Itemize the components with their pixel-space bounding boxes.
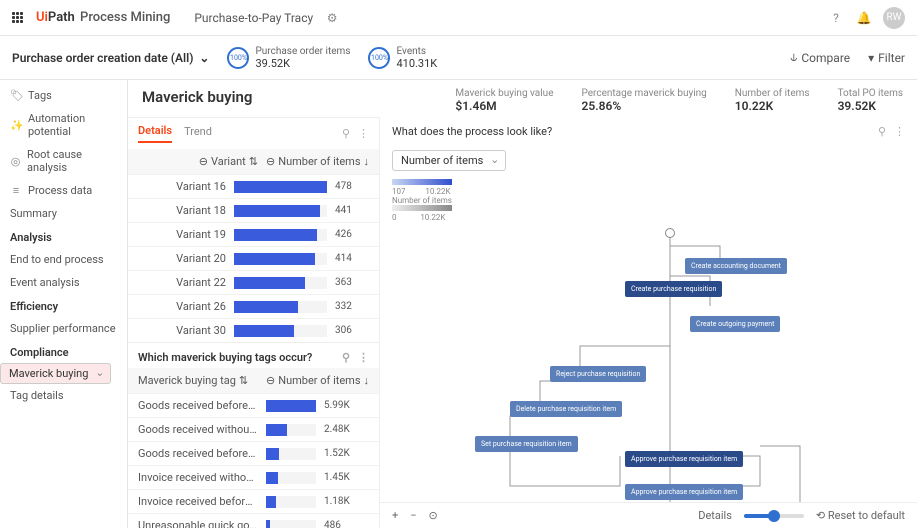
compare-button[interactable]: ⫝ Compare: [790, 50, 850, 65]
node[interactable]: Set purchase requisition item: [475, 436, 578, 452]
tab-trend[interactable]: Trend: [184, 125, 212, 142]
tab-details[interactable]: Details: [138, 124, 172, 143]
metric: Maverick buying value$1.46M: [455, 88, 553, 113]
more-icon[interactable]: ⋮: [358, 351, 369, 364]
sidebar-item[interactable]: Event analysis: [0, 271, 127, 294]
metric-dropdown[interactable]: Number of items: [392, 150, 506, 171]
table-row[interactable]: Variant 30306: [128, 318, 379, 342]
details-label: Details: [698, 509, 732, 522]
metric: Number of items10.22K: [735, 88, 810, 113]
collapse-icon[interactable]: ⊖: [266, 155, 275, 168]
table-row[interactable]: Variant 18441: [128, 198, 379, 222]
sidebar: 🏷Tags✨Automation potential◎Root cause an…: [0, 80, 128, 528]
metric: Percentage maverick buying25.86%: [582, 88, 707, 113]
node[interactable]: Create accounting document: [685, 258, 787, 274]
table-row[interactable]: Variant 16478: [128, 174, 379, 198]
sidebar-analysis-head: Analysis: [0, 225, 127, 248]
table-row[interactable]: Variant 26332: [128, 294, 379, 318]
zoom-out-icon[interactable]: −: [410, 509, 416, 522]
detail-slider[interactable]: [744, 514, 804, 518]
kpi-po-items: 100% Purchase order items39.52K: [227, 46, 350, 70]
table-row[interactable]: Invoice received without P...1.45K: [128, 465, 379, 489]
sidebar-item[interactable]: ✨Automation potential: [0, 107, 127, 143]
reset-button[interactable]: ⟲ Reset to default: [816, 509, 905, 522]
table-row[interactable]: Goods received before PO ...5.99K: [128, 393, 379, 417]
sidebar-item[interactable]: ≡Process data: [0, 179, 127, 202]
table-row[interactable]: Variant 19426: [128, 222, 379, 246]
filter-button[interactable]: ▾ Filter: [868, 51, 905, 65]
fit-icon[interactable]: ⊙: [429, 509, 438, 522]
process-graph[interactable]: Create accounting document Create purcha…: [380, 226, 917, 502]
metric: Total PO items39.52K: [838, 88, 903, 113]
filter-icon[interactable]: ⚲: [342, 351, 350, 364]
avatar[interactable]: RW: [883, 7, 905, 29]
kpi-events: 100% Events410.31K: [368, 46, 437, 70]
table-row[interactable]: Goods received before PO ...1.52K: [128, 441, 379, 465]
node[interactable]: Approve purchase requisition item: [625, 451, 743, 467]
zoom-in-icon[interactable]: +: [392, 509, 398, 522]
node[interactable]: Create outgoing payment: [690, 316, 780, 332]
sidebar-compliance-head: Compliance: [0, 340, 127, 363]
sidebar-item[interactable]: End to end process: [0, 248, 127, 271]
help-icon[interactable]: ?: [827, 9, 845, 27]
page-title: Maverick buying: [142, 88, 431, 106]
sidebar-efficiency-head: Efficiency: [0, 294, 127, 317]
node[interactable]: Approve purchase requisition item: [625, 484, 743, 500]
gear-icon[interactable]: ⚙: [323, 9, 341, 27]
table-row[interactable]: Goods received without P...2.48K: [128, 417, 379, 441]
sidebar-item[interactable]: Tag details: [0, 384, 127, 407]
more-icon[interactable]: ⋮: [358, 127, 369, 140]
chevron-down-icon: ⌄: [199, 51, 209, 65]
sidebar-item[interactable]: Maverick buying: [0, 363, 111, 384]
app-name: Purchase-to-Pay Tracy: [194, 11, 313, 25]
collapse-icon[interactable]: ⊖: [199, 155, 208, 168]
node[interactable]: Create purchase requisition: [625, 281, 722, 297]
apps-menu-icon[interactable]: [12, 12, 26, 23]
sidebar-summary[interactable]: Summary: [0, 202, 127, 225]
date-filter[interactable]: Purchase order creation date (All) ⌄: [12, 51, 209, 65]
table-row[interactable]: Invoice received before PO...1.18K: [128, 489, 379, 513]
node[interactable]: Reject purchase requisition: [550, 366, 646, 382]
filter-icon[interactable]: ⚲: [878, 125, 886, 138]
logo: UiPath Process Mining: [36, 10, 170, 25]
table-row[interactable]: Unreasonable quick goods...486: [128, 513, 379, 528]
more-icon[interactable]: ⋮: [894, 125, 905, 138]
sidebar-item[interactable]: ◎Root cause analysis: [0, 143, 127, 179]
table-row[interactable]: Variant 20414: [128, 246, 379, 270]
filter-icon[interactable]: ⚲: [342, 127, 350, 140]
node[interactable]: Delete purchase requisition item: [510, 401, 622, 417]
table-row[interactable]: Variant 22363: [128, 270, 379, 294]
sidebar-item[interactable]: 🏷Tags: [0, 84, 127, 107]
bell-icon[interactable]: 🔔: [855, 9, 873, 27]
process-title: What does the process look like?: [392, 125, 552, 138]
sidebar-item[interactable]: Supplier performance: [0, 317, 127, 340]
tags-title: Which maverick buying tags occur?: [138, 351, 312, 364]
collapse-icon[interactable]: ⊖: [266, 374, 275, 387]
